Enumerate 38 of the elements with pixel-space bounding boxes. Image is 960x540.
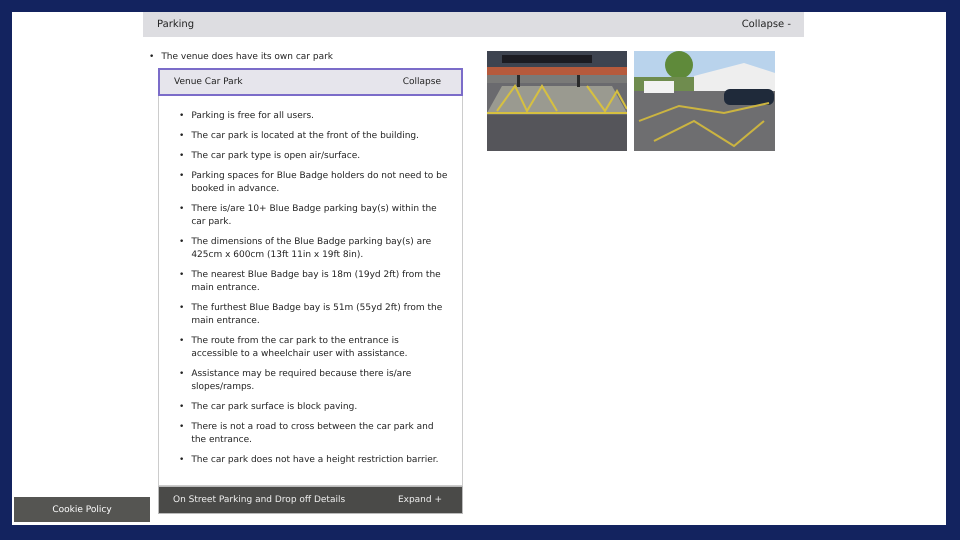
- bullet: •: [179, 401, 184, 414]
- list-item: The nearest Blue Badge bay is 18m (19yd 2ft) from the main entrance.: [191, 269, 442, 295]
- list-item: The venue does have its own car park: [161, 51, 334, 64]
- subsection-title: Venue Car Park: [174, 77, 243, 87]
- section-header[interactable]: Parking Collapse -: [143, 12, 804, 37]
- bullet: •: [179, 421, 184, 434]
- list-item: The route from the car park to the entrance is accessible to a wheelchair user with assistance.: [191, 335, 409, 361]
- list-item: The car park type is open air/surface.: [191, 150, 360, 163]
- list-item: There is not a road to cross between the car park and the entrance.: [191, 421, 435, 447]
- cookie-policy-button[interactable]: Cookie Policy: [14, 497, 150, 522]
- list-item: The car park does not have a height restriction barrier.: [191, 454, 438, 467]
- list-item: There is/are 10+ Blue Badge parking bay(s) within the car park.: [191, 203, 438, 229]
- bullet: •: [179, 130, 184, 143]
- list-item: The dimensions of the Blue Badge parking bay(s) are 425cm x 600cm (13ft 11in x 19ft 8in).: [191, 236, 432, 262]
- subsection-header[interactable]: Venue Car Park Collapse: [158, 68, 463, 96]
- subsection-header[interactable]: On Street Parking and Drop off Details Expand +: [158, 486, 463, 514]
- collapse-toggle[interactable]: Collapse -: [742, 19, 791, 30]
- list-item: Parking is free for all users.: [191, 110, 314, 123]
- bullet: •: [179, 454, 184, 467]
- bullet: •: [179, 236, 184, 249]
- bullet: •: [179, 150, 184, 163]
- expand-toggle[interactable]: Expand +: [398, 495, 442, 505]
- section-title: Parking: [157, 19, 194, 30]
- list-item: Assistance may be required because there is/are slopes/ramps.: [191, 368, 412, 394]
- bullet: •: [179, 302, 184, 315]
- bullet: •: [149, 51, 154, 64]
- bullet: •: [179, 269, 184, 282]
- collapse-toggle[interactable]: Collapse: [402, 77, 441, 87]
- list-item: The car park surface is block paving.: [191, 401, 358, 414]
- list-item: Parking spaces for Blue Badge holders do not need to be booked in advance.: [191, 170, 448, 196]
- bullet: •: [179, 335, 184, 348]
- bullet: •: [179, 110, 184, 123]
- list-item: The furthest Blue Badge bay is 51m (55yd 2ft) from the main entrance.: [191, 302, 444, 328]
- bullet: •: [179, 203, 184, 216]
- subsection-title: On Street Parking and Drop off Details: [173, 495, 346, 505]
- list-item: The car park is located at the front of the building.: [191, 130, 419, 143]
- bullet: •: [179, 170, 184, 183]
- bullet: •: [179, 368, 184, 381]
